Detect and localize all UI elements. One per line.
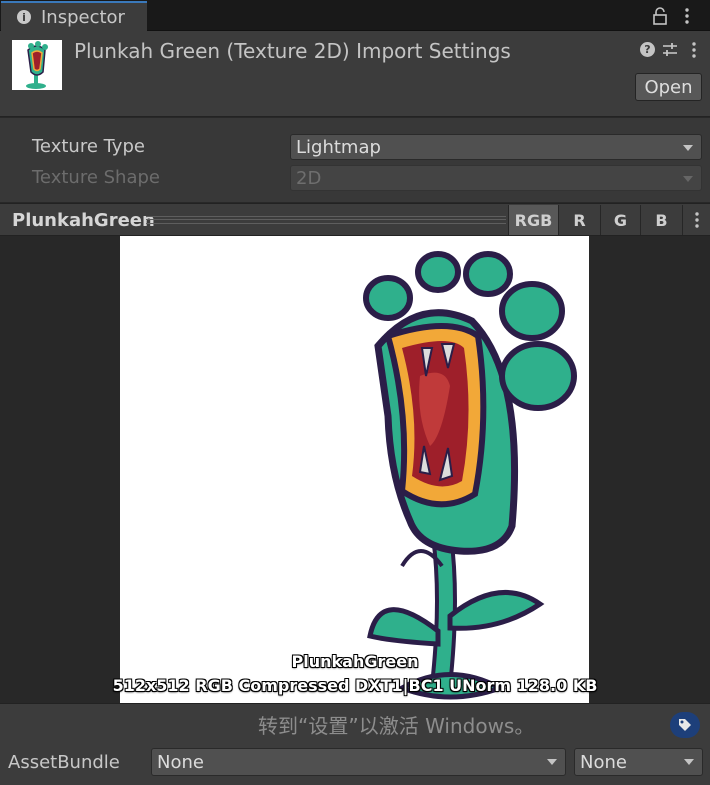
inspector-header: Plunkah Green (Texture 2D) Import Settin… bbox=[0, 31, 710, 117]
open-button[interactable]: Open bbox=[635, 73, 702, 101]
tab-inspector[interactable]: i Inspector bbox=[1, 1, 147, 31]
texture-thumbnail bbox=[12, 40, 62, 90]
asset-bundle-variant-value: None bbox=[580, 751, 627, 773]
dropdown-arrow-icon bbox=[683, 176, 693, 182]
info-icon: i bbox=[17, 10, 31, 24]
asset-bundle-label: AssetBundle bbox=[8, 752, 120, 773]
kebab-menu-icon[interactable] bbox=[680, 5, 694, 27]
preview-overlay-info: 512x512 RGB Compressed DXT1|BC1 UNorm 12… bbox=[112, 676, 598, 695]
channel-rgb-button[interactable]: RGB bbox=[508, 205, 558, 235]
asset-bundle-variant-dropdown[interactable]: None bbox=[574, 748, 703, 776]
lock-icon[interactable] bbox=[652, 6, 668, 26]
asset-bundle-bar: 转到“设置”以激活 Windows。 AssetBundle None None bbox=[0, 703, 710, 785]
texture-shape-value: 2D bbox=[296, 167, 322, 189]
preview-toolbar: PlunkahGreen RGB R G B bbox=[0, 203, 710, 236]
channel-b-button[interactable]: B bbox=[640, 205, 682, 235]
tag-icon[interactable] bbox=[670, 712, 700, 738]
activation-watermark: 转到“设置”以激活 Windows。 bbox=[258, 714, 535, 738]
channel-g-button[interactable]: G bbox=[600, 205, 640, 235]
import-settings: Texture Type Lightmap Texture Shape 2D bbox=[0, 118, 710, 202]
dropdown-arrow-icon bbox=[547, 759, 557, 765]
preview-resize-handle[interactable] bbox=[146, 216, 506, 224]
channel-r-button[interactable]: R bbox=[558, 205, 600, 235]
kebab-menu-icon[interactable] bbox=[688, 40, 700, 60]
presets-icon[interactable] bbox=[661, 41, 679, 59]
tab-bar: i Inspector bbox=[0, 0, 710, 31]
preview-overlay-name: PlunkahGreen bbox=[291, 652, 419, 671]
header-title: Plunkah Green (Texture 2D) Import Settin… bbox=[74, 39, 511, 63]
texture-shape-label: Texture Shape bbox=[32, 167, 160, 188]
kebab-menu-icon[interactable] bbox=[682, 205, 710, 235]
dropdown-arrow-icon bbox=[683, 145, 693, 151]
texture-type-dropdown[interactable]: Lightmap bbox=[290, 134, 702, 160]
asset-bundle-name-value: None bbox=[157, 751, 204, 773]
dropdown-arrow-icon bbox=[684, 759, 694, 765]
texture-preview-image bbox=[120, 236, 589, 703]
texture-preview-area: PlunkahGreen 512x512 RGB Compressed DXT1… bbox=[0, 236, 710, 703]
tab-title: Inspector bbox=[41, 6, 125, 28]
asset-bundle-name-dropdown[interactable]: None bbox=[151, 748, 566, 776]
texture-type-label: Texture Type bbox=[32, 136, 145, 157]
preview-title: PlunkahGreen bbox=[12, 210, 155, 231]
texture-shape-dropdown: 2D bbox=[290, 165, 702, 191]
help-icon[interactable]: ? bbox=[640, 42, 655, 57]
texture-type-value: Lightmap bbox=[296, 136, 381, 158]
